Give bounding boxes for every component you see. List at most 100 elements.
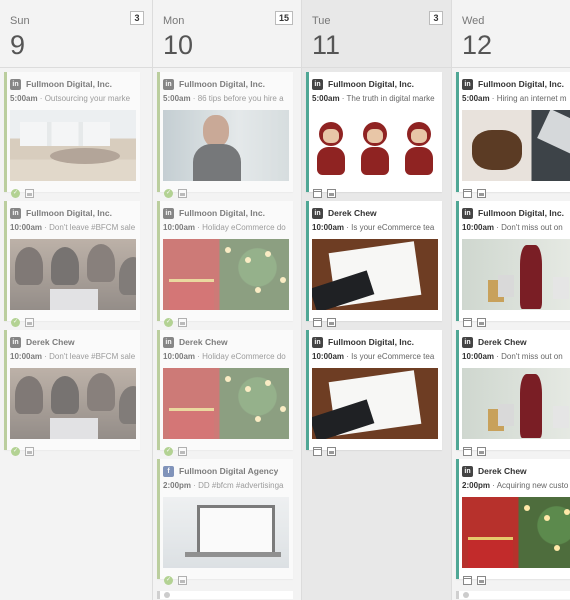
post-image (163, 239, 289, 310)
post-time: 10:00am (163, 223, 196, 232)
account-name: Fullmoon Digital, Inc. (328, 337, 414, 347)
post-text: Is your eCommerce tea (351, 352, 435, 361)
post-card[interactable]: in Fullmoon Digital, Inc. 5:00am · 86 tip… (157, 72, 293, 198)
post-card[interactable]: in Fullmoon Digital, Inc. 5:00am · Outsou… (4, 72, 140, 198)
post-card[interactable]: in Derek Chew 10:00am · Don't leave #BFCM… (4, 330, 140, 456)
post-text: Don't miss out on (501, 223, 563, 232)
post-image (312, 110, 438, 181)
post-meta: 5:00am · Hiring an internet m (462, 94, 567, 103)
post-card[interactable]: in Fullmoon Digital, Inc. 10:00am · Holid… (157, 201, 293, 327)
post-count-badge[interactable]: 3 (130, 11, 144, 25)
image-icon (477, 188, 486, 198)
post-meta: 5:00am · The truth in digital marke (312, 94, 435, 103)
linkedin-icon: in (10, 78, 21, 90)
account-name: Fullmoon Digital Agency (179, 466, 279, 476)
day-number[interactable]: 10 (163, 30, 193, 61)
post-card[interactable]: in Derek Chew 10:00am · Don't miss out on (456, 330, 570, 456)
post-card[interactable]: f Fullmoon Digital Agency 2:00pm · DD #bf… (157, 459, 293, 585)
post-image (312, 368, 438, 439)
post-text: Outsourcing your marke (44, 94, 131, 103)
day-header: Wed 12 (452, 0, 570, 68)
post-card-partial[interactable] (157, 591, 293, 599)
day-number[interactable]: 9 (10, 30, 25, 61)
post-meta: 10:00am · Don't miss out on (462, 352, 563, 361)
image-icon (25, 317, 34, 327)
check-circle-icon: ✓ (164, 317, 173, 327)
image-icon (327, 188, 336, 198)
post-text: Hiring an internet m (496, 94, 567, 103)
image-icon (178, 317, 187, 327)
post-image (163, 368, 289, 439)
post-text: 86 tips before you hire a (197, 94, 284, 103)
day-column-mon: Mon 10 15 in Fullmoon Digital, Inc. 5:00a… (153, 0, 302, 600)
calendar-icon (463, 317, 472, 327)
post-card-partial[interactable] (456, 591, 570, 599)
day-name: Mon (163, 15, 185, 27)
account-name: Fullmoon Digital, Inc. (26, 208, 112, 218)
day-name: Tue (312, 15, 331, 27)
post-text: Holiday eCommerce do (202, 352, 286, 361)
image-icon (178, 575, 187, 585)
linkedin-icon: in (312, 78, 323, 90)
post-text: Acquiring new custo (496, 481, 569, 490)
post-text: DD #bfcm #advertisinga (198, 481, 284, 490)
post-card[interactable]: in Fullmoon Digital, Inc. 10:00am · Don't… (456, 201, 570, 327)
post-text: The truth in digital marke (346, 94, 435, 103)
post-time: 10:00am (462, 223, 495, 232)
post-time: 2:00pm (462, 481, 491, 490)
post-count-badge[interactable]: 3 (429, 11, 443, 25)
day-header: Tue 11 3 (302, 0, 451, 68)
post-image (10, 368, 136, 439)
post-time: 10:00am (462, 352, 495, 361)
check-circle-icon: ✓ (164, 575, 173, 585)
post-card[interactable]: in Fullmoon Digital, Inc. 5:00am · Hiring… (456, 72, 570, 198)
account-name: Fullmoon Digital, Inc. (26, 79, 112, 89)
post-time: 5:00am (312, 94, 340, 103)
day-number[interactable]: 12 (462, 30, 492, 61)
post-time: 10:00am (163, 352, 196, 361)
post-meta: 10:00am · Is your eCommerce tea (312, 352, 435, 361)
check-circle-icon: ✓ (164, 446, 173, 456)
linkedin-icon: in (312, 207, 323, 219)
account-name: Derek Chew (26, 337, 75, 347)
post-meta: 10:00am · Holiday eCommerce do (163, 223, 286, 232)
post-meta: 5:00am · Outsourcing your marke (10, 94, 131, 103)
image-icon (25, 188, 34, 198)
post-card[interactable]: in Fullmoon Digital, Inc. 5:00am · The tr… (306, 72, 442, 198)
post-meta: 5:00am · 86 tips before you hire a (163, 94, 284, 103)
post-time: 10:00am (10, 223, 43, 232)
account-name: Fullmoon Digital, Inc. (179, 79, 265, 89)
calendar-icon (313, 446, 322, 456)
post-card[interactable]: in Derek Chew 10:00am · Is your eCommerce… (306, 201, 442, 327)
image-icon (178, 446, 187, 456)
post-meta: 10:00am · Don't leave #BFCM sale (10, 352, 136, 361)
calendar-icon (313, 317, 322, 327)
linkedin-icon: in (163, 78, 174, 90)
post-image (462, 239, 570, 310)
post-time: 5:00am (163, 94, 191, 103)
linkedin-icon: in (10, 207, 21, 219)
post-card[interactable]: in Derek Chew 10:00am · Holiday eCommerce… (157, 330, 293, 456)
image-icon (477, 575, 486, 585)
post-card[interactable]: in Fullmoon Digital, Inc. 10:00am · Don't… (4, 201, 140, 327)
linkedin-icon: in (462, 78, 473, 90)
post-time: 10:00am (312, 352, 345, 361)
post-card[interactable]: in Derek Chew 2:00pm · Acquiring new cust… (456, 459, 570, 585)
post-card[interactable]: in Fullmoon Digital, Inc. 10:00am · Is yo… (306, 330, 442, 456)
calendar-icon (313, 188, 322, 198)
post-meta: 10:00am · Don't leave #BFCM sale (10, 223, 136, 232)
calendar-icon (463, 446, 472, 456)
account-name: Derek Chew (478, 466, 527, 476)
post-meta: 10:00am · Holiday eCommerce do (163, 352, 286, 361)
image-icon (477, 446, 486, 456)
account-name: Fullmoon Digital, Inc. (179, 208, 265, 218)
linkedin-icon: in (462, 336, 473, 348)
post-meta: 2:00pm · Acquiring new custo (462, 481, 569, 490)
day-number[interactable]: 11 (312, 30, 340, 61)
linkedin-icon: in (312, 336, 323, 348)
post-image (163, 497, 289, 568)
image-icon (327, 446, 336, 456)
post-count-badge[interactable]: 15 (274, 11, 293, 25)
image-icon (25, 446, 34, 456)
day-header: Mon 10 15 (153, 0, 301, 68)
